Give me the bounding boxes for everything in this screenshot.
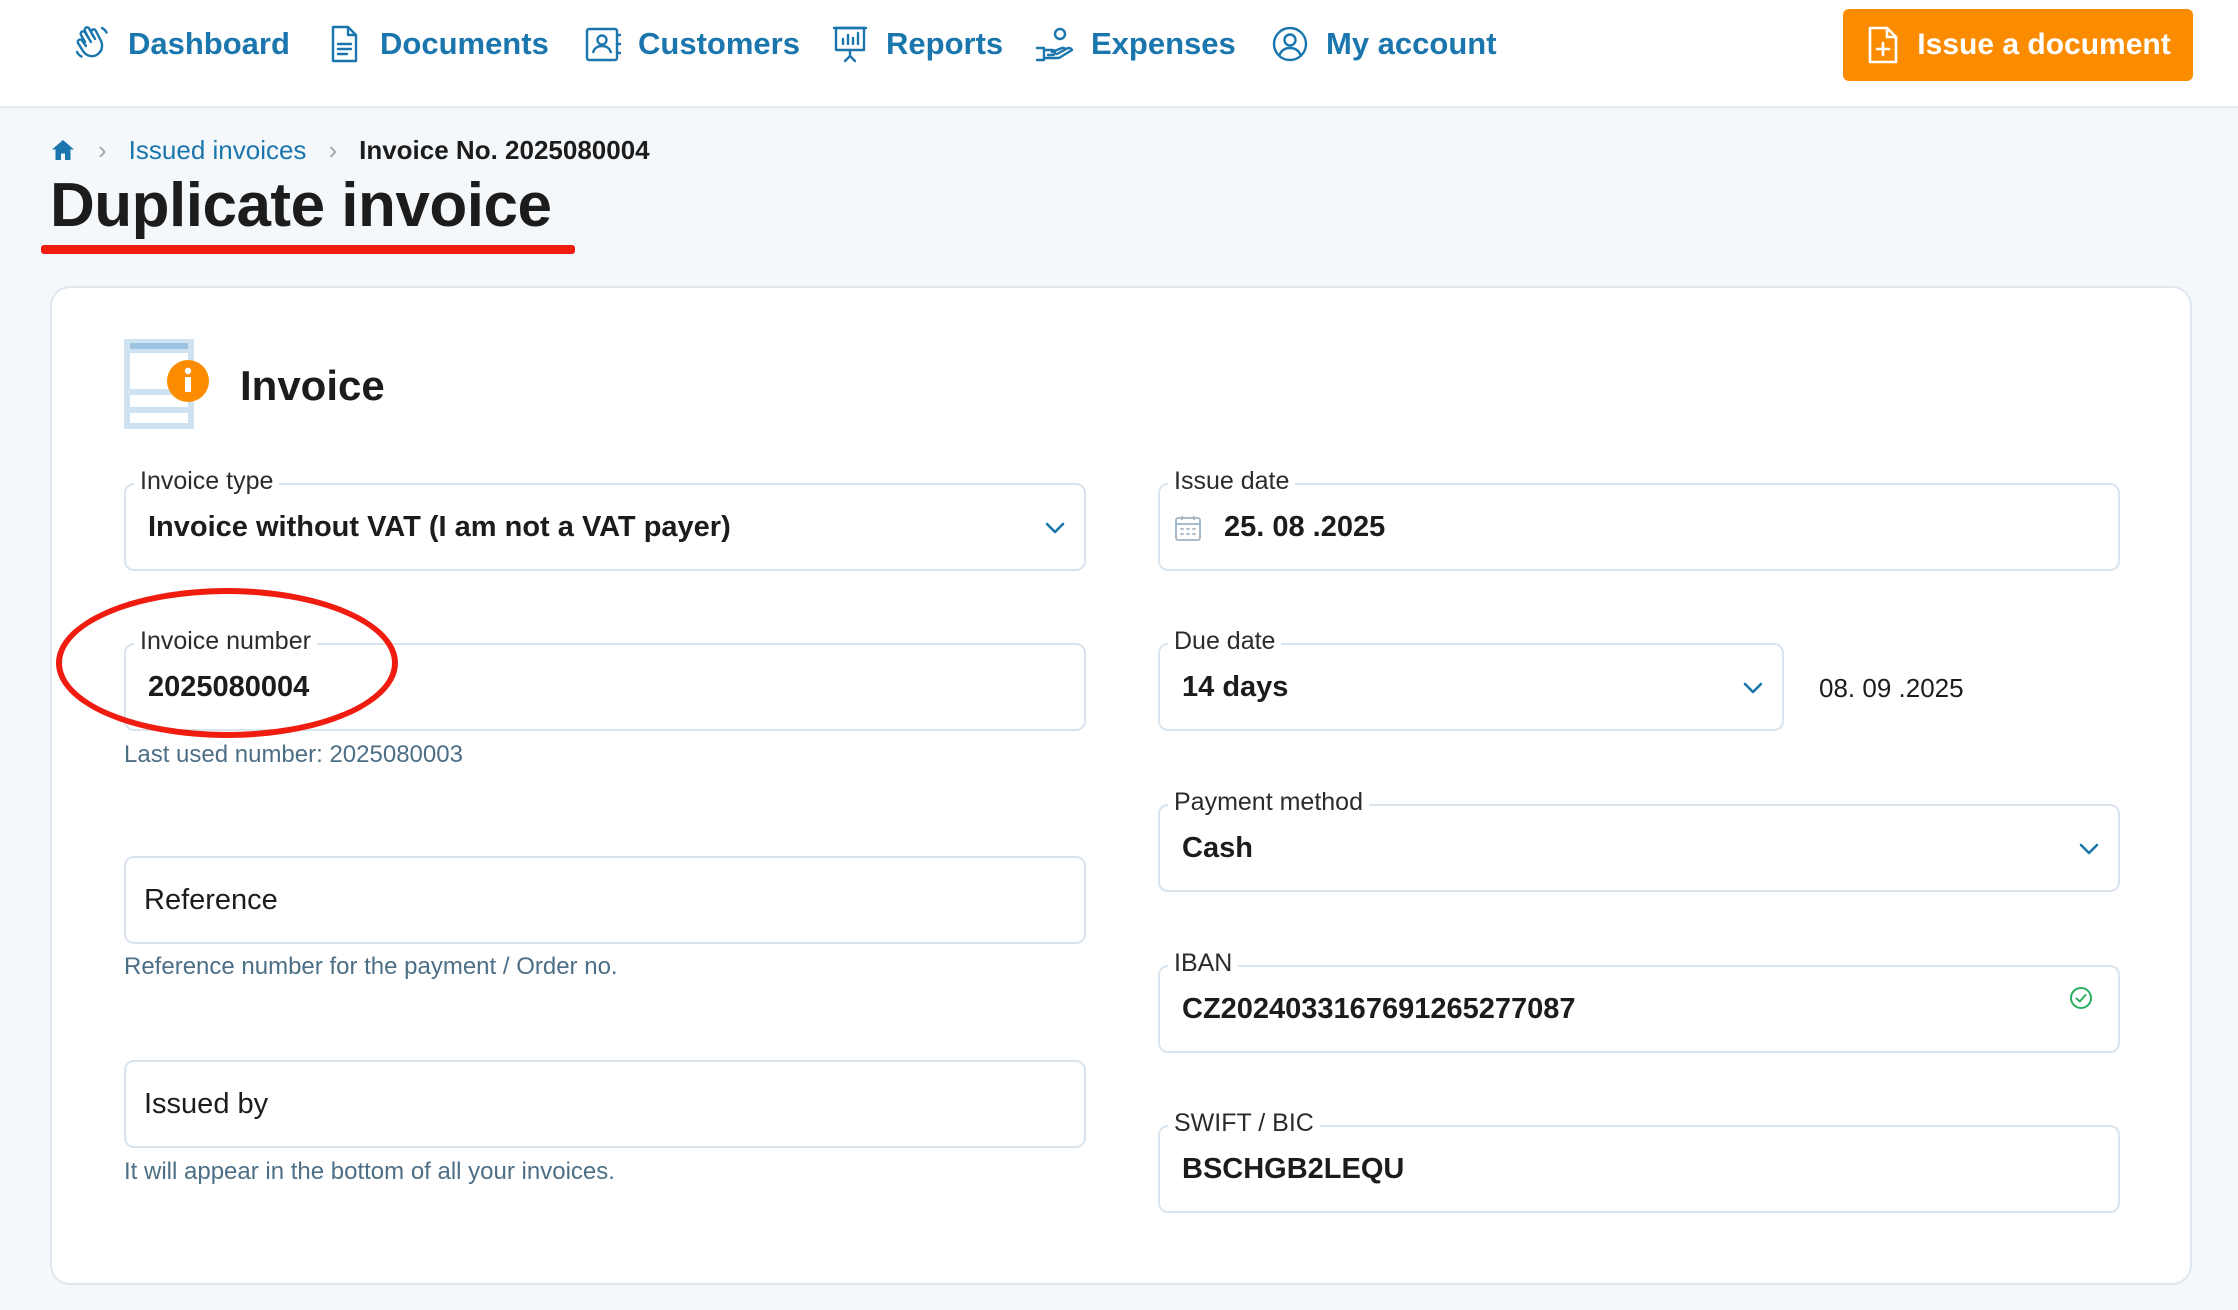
reference-placeholder: Reference xyxy=(144,884,278,916)
chevron-down-icon xyxy=(1743,682,1763,694)
nav-documents[interactable]: Documents xyxy=(324,20,549,68)
user-circle-icon xyxy=(1272,26,1308,62)
issue-document-button[interactable]: Issue a document xyxy=(1843,9,2193,81)
nav-reports-label: Reports xyxy=(886,26,1004,61)
issued-by-hint: It will appear in the bottom of all your… xyxy=(124,1158,615,1185)
chevron-down-icon xyxy=(1045,522,1065,534)
invoice-card: Invoice Invoice type Invoice without VAT… xyxy=(50,286,2192,1285)
due-date-value: 14 days xyxy=(1182,671,1289,703)
reference-field[interactable]: Reference xyxy=(124,856,1086,944)
payment-method-value: Cash xyxy=(1182,832,1253,864)
iban-field[interactable]: IBAN CZ2024033167691265277087 xyxy=(1158,948,2120,1053)
payment-method-select[interactable]: Payment method Cash xyxy=(1158,787,2120,892)
chevron-down-icon xyxy=(2079,843,2099,855)
add-document-icon xyxy=(1868,26,1898,64)
check-circle-icon xyxy=(2070,987,2092,1009)
nav-expenses-label: Expenses xyxy=(1091,26,1236,61)
invoice-type-value: Invoice without VAT (I am not a VAT paye… xyxy=(148,511,731,543)
presentation-chart-icon xyxy=(832,26,868,63)
invoice-type-select[interactable]: Invoice type Invoice without VAT (I am n… xyxy=(124,466,1086,571)
hand-wave-icon xyxy=(75,26,108,58)
issue-date-value: 25. 08 .2025 xyxy=(1224,511,1386,543)
breadcrumb-separator-icon: › xyxy=(98,134,107,165)
swift-bic-field[interactable]: SWIFT / BIC BSCHGB2LEQU xyxy=(1158,1108,2120,1213)
reference-hint: Reference number for the payment / Order… xyxy=(124,953,618,980)
issued-by-placeholder: Issued by xyxy=(144,1088,269,1120)
nav-customers-label: Customers xyxy=(638,26,800,61)
computed-due-date: 08. 09 .2025 xyxy=(1819,673,1964,703)
iban-value: CZ2024033167691265277087 xyxy=(1182,993,1576,1025)
home-icon[interactable] xyxy=(50,137,76,163)
issued-by-field[interactable]: Issued by xyxy=(124,1060,1086,1148)
invoice-number-value: 2025080004 xyxy=(148,671,310,703)
top-navigation-bar: Dashboard Documents Customers Reports Ex… xyxy=(0,0,2238,108)
title-underline-annotation xyxy=(41,245,575,254)
invoice-number-hint: Last used number: 2025080003 xyxy=(124,741,463,768)
invoice-number-field[interactable]: Invoice number 2025080004 xyxy=(124,626,1086,731)
nav-reports[interactable]: Reports xyxy=(830,20,1003,68)
page-title: Duplicate invoice xyxy=(50,171,552,240)
document-icon xyxy=(331,25,358,63)
invoice-info-icon xyxy=(124,339,209,429)
calendar-icon xyxy=(1175,516,1201,541)
nav-my-account[interactable]: My account xyxy=(1270,20,1497,68)
due-date-select[interactable]: Due date 14 days xyxy=(1158,626,1784,731)
nav-customers[interactable]: Customers xyxy=(582,20,800,68)
contacts-icon xyxy=(585,27,622,62)
breadcrumb: › Issued invoices › Invoice No. 20250800… xyxy=(50,132,650,168)
card-title: Invoice xyxy=(240,362,385,409)
issue-date-field[interactable]: Issue date 25. 08 .2025 xyxy=(1158,466,2120,571)
nav-my-account-label: My account xyxy=(1326,26,1497,61)
issue-document-label: Issue a document xyxy=(1917,28,2171,61)
breadcrumb-issued-invoices[interactable]: Issued invoices xyxy=(129,135,307,166)
nav-documents-label: Documents xyxy=(380,26,549,61)
nav-expenses[interactable]: Expenses xyxy=(1035,20,1236,68)
swift-bic-value: BSCHGB2LEQU xyxy=(1182,1153,1405,1185)
nav-dashboard-label: Dashboard xyxy=(128,26,290,61)
breadcrumb-separator-icon: › xyxy=(328,134,338,165)
breadcrumb-current: Invoice No. 2025080004 xyxy=(359,134,650,165)
nav-dashboard[interactable]: Dashboard xyxy=(72,20,290,68)
hand-coins-icon xyxy=(1035,27,1074,62)
